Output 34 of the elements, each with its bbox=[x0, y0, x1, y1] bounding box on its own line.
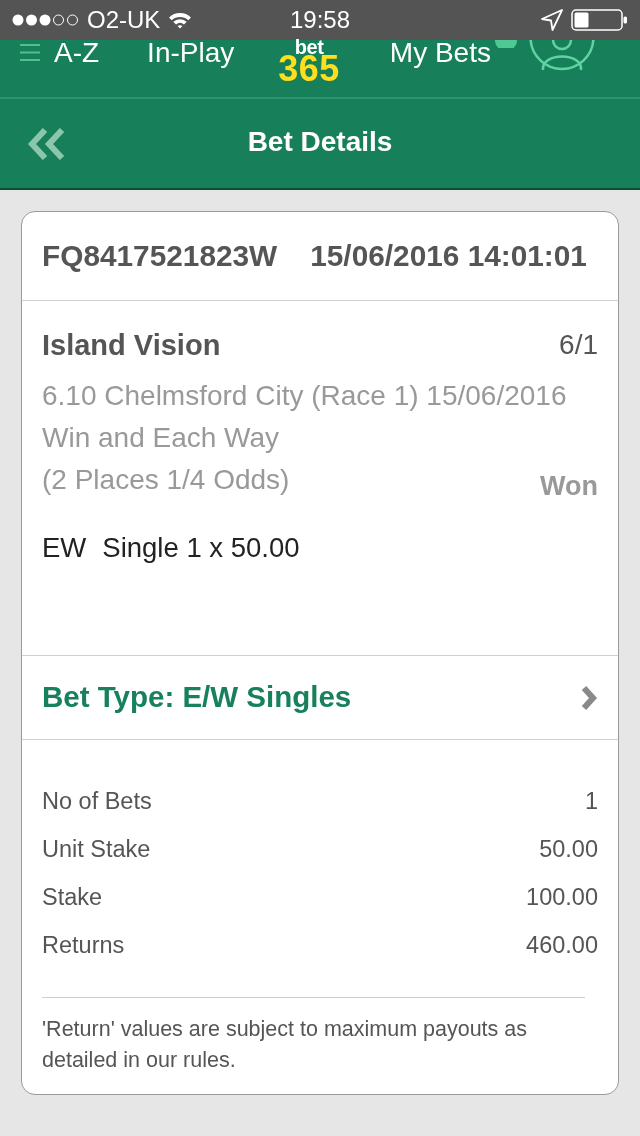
bet-code: EW bbox=[42, 531, 87, 565]
summary-value: 460.00 bbox=[526, 931, 598, 960]
market-name: Win and Each Way bbox=[42, 422, 280, 453]
wifi-icon bbox=[168, 11, 193, 29]
location-arrow-icon bbox=[541, 9, 563, 31]
my-bets-link[interactable]: My Bets bbox=[389, 37, 491, 68]
bet-type-row[interactable]: Bet Type: E/W Singles bbox=[22, 656, 618, 740]
battery-icon bbox=[571, 9, 628, 31]
menu-icon[interactable] bbox=[20, 44, 40, 61]
chevron-right-icon bbox=[580, 684, 598, 711]
summary-label: Stake bbox=[42, 883, 103, 912]
bet-reference: FQ8417521823W bbox=[42, 237, 278, 274]
in-play-link[interactable]: In-Play bbox=[147, 40, 235, 66]
disclaimer-text: 'Return' values are subject to maximum payouts as detailed in our rules. bbox=[42, 1016, 528, 1074]
selection-name: Island Vision bbox=[42, 328, 221, 363]
event-name: 6.10 Chelmsford City (Race 1) 15/06/2016 bbox=[42, 380, 567, 411]
stake-line: Single 1 x 50.00 bbox=[102, 531, 300, 565]
summary-label: Unit Stake bbox=[42, 835, 151, 864]
a-z-menu-link[interactable]: A-Z bbox=[54, 40, 100, 66]
bet-placed-date: 15/06/2016 14:01:01 bbox=[310, 237, 587, 274]
summary-value: 50.00 bbox=[539, 835, 598, 864]
summary-label: No of Bets bbox=[42, 787, 152, 816]
bet-result: Won bbox=[540, 471, 598, 501]
summary-value: 100.00 bbox=[526, 883, 598, 912]
signal-strength-icon bbox=[12, 14, 79, 26]
page-title: Bet Details bbox=[247, 125, 393, 157]
back-chevrons-icon[interactable] bbox=[28, 127, 66, 160]
each-way-terms: (2 Places 1/4 Odds) bbox=[42, 463, 290, 497]
carrier-name: O2-UK bbox=[87, 5, 161, 35]
summary-value: 1 bbox=[584, 787, 598, 816]
summary-label: Returns bbox=[42, 931, 125, 960]
clock-time: 19:58 bbox=[289, 5, 351, 35]
odds: 6/1 bbox=[559, 328, 598, 362]
logo[interactable]: bet 365 bbox=[278, 40, 340, 83]
